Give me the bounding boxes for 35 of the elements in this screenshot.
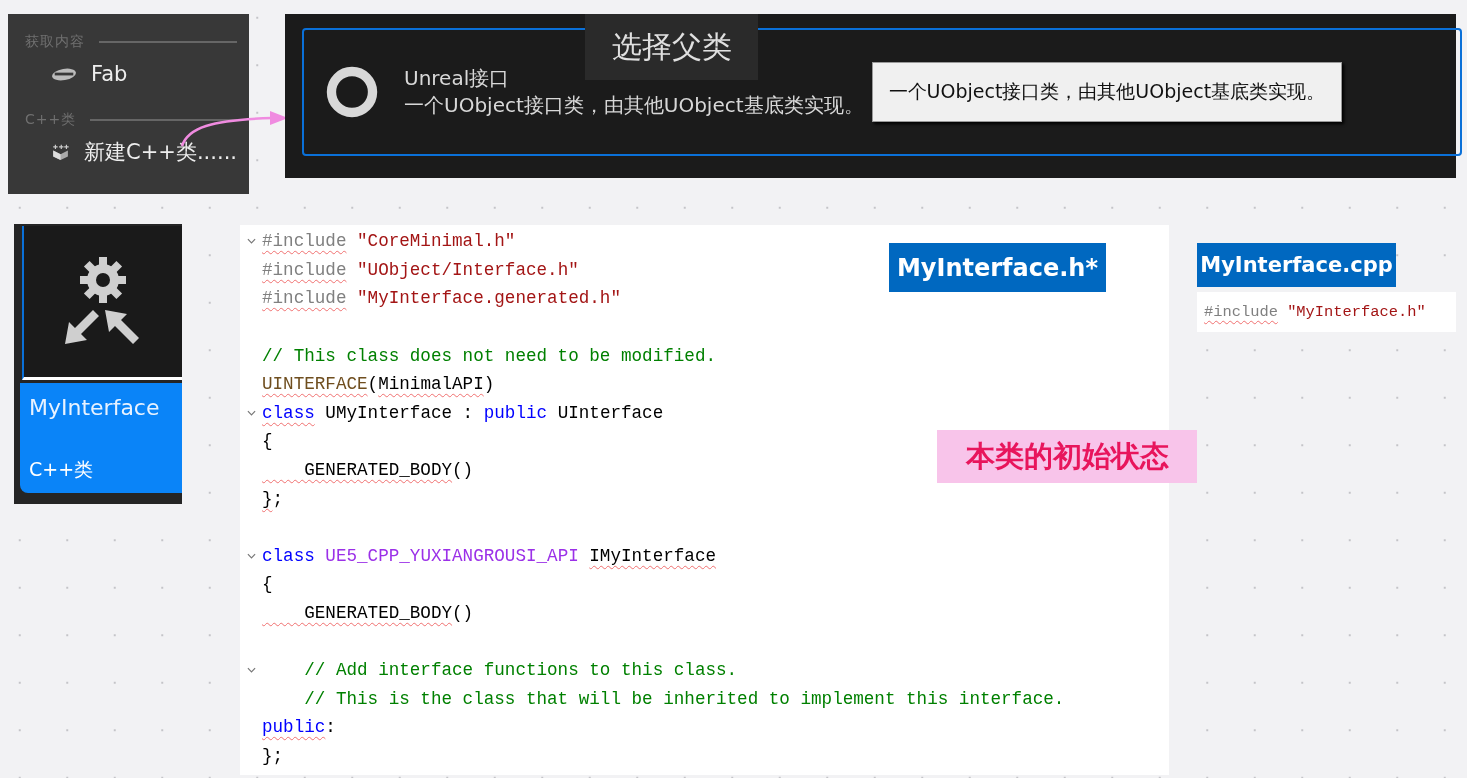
code-line: {	[262, 431, 273, 452]
code-line: // This is the class that will be inherited to implement this interface.	[303, 688, 1065, 709]
fold-chevron-icon[interactable]	[246, 552, 256, 559]
code-line: GENERATED_BODY()	[303, 603, 474, 623]
file-tab[interactable]: MyInterface.cpp	[1197, 243, 1396, 287]
code-line: GENERATED_BODY()	[303, 460, 474, 481]
asset-name: MyInterface	[29, 395, 161, 420]
note-label: 本类的初始状态	[937, 430, 1197, 483]
code-line: };	[262, 488, 284, 509]
fold-chevron-icon[interactable]	[246, 409, 256, 416]
fold-chevron-icon[interactable]	[246, 238, 256, 245]
option-name: Unreal接口	[404, 65, 511, 92]
code-line: #include "CoreMinimal.h"	[262, 231, 516, 252]
fold-chevron-icon[interactable]	[246, 667, 256, 674]
menu-item[interactable]: Fab	[25, 52, 237, 96]
code-line: {	[262, 574, 273, 595]
code-line: class UE5_CPP_YUXIANGROUSI_API IMyInterface	[262, 545, 716, 566]
logo-icon	[51, 66, 77, 82]
code-line: // Add interface functions to this class.	[303, 660, 738, 681]
asset-tile[interactable]: MyInterface C++类	[14, 224, 182, 504]
code-line: class UMyInterface : public UInterface	[262, 402, 664, 423]
asset-type: C++类	[29, 457, 95, 482]
code-line: UINTERFACE(MinimalAPI)	[262, 374, 495, 395]
code-line: #include "MyInterface.h"	[1204, 303, 1426, 321]
file-tab[interactable]: MyInterface.h*	[889, 243, 1106, 292]
dialog-title: 选择父类	[585, 14, 758, 80]
code-line: #include "MyInterface.generated.h"	[262, 288, 621, 309]
code-line: // This class does not need to be modified.	[262, 345, 716, 366]
ring-icon	[324, 64, 380, 120]
option-description: 一个UObject接口类，由其他UObject基底类实现。	[404, 92, 864, 119]
tooltip: 一个UObject接口类，由其他UObject基底类实现。	[871, 62, 1343, 122]
menu-item[interactable]: 新建C++类......	[25, 130, 237, 174]
code-line: };	[262, 746, 284, 766]
code-line: public:	[262, 717, 336, 738]
code-line: #include "UObject/Interface.h"	[262, 259, 579, 280]
